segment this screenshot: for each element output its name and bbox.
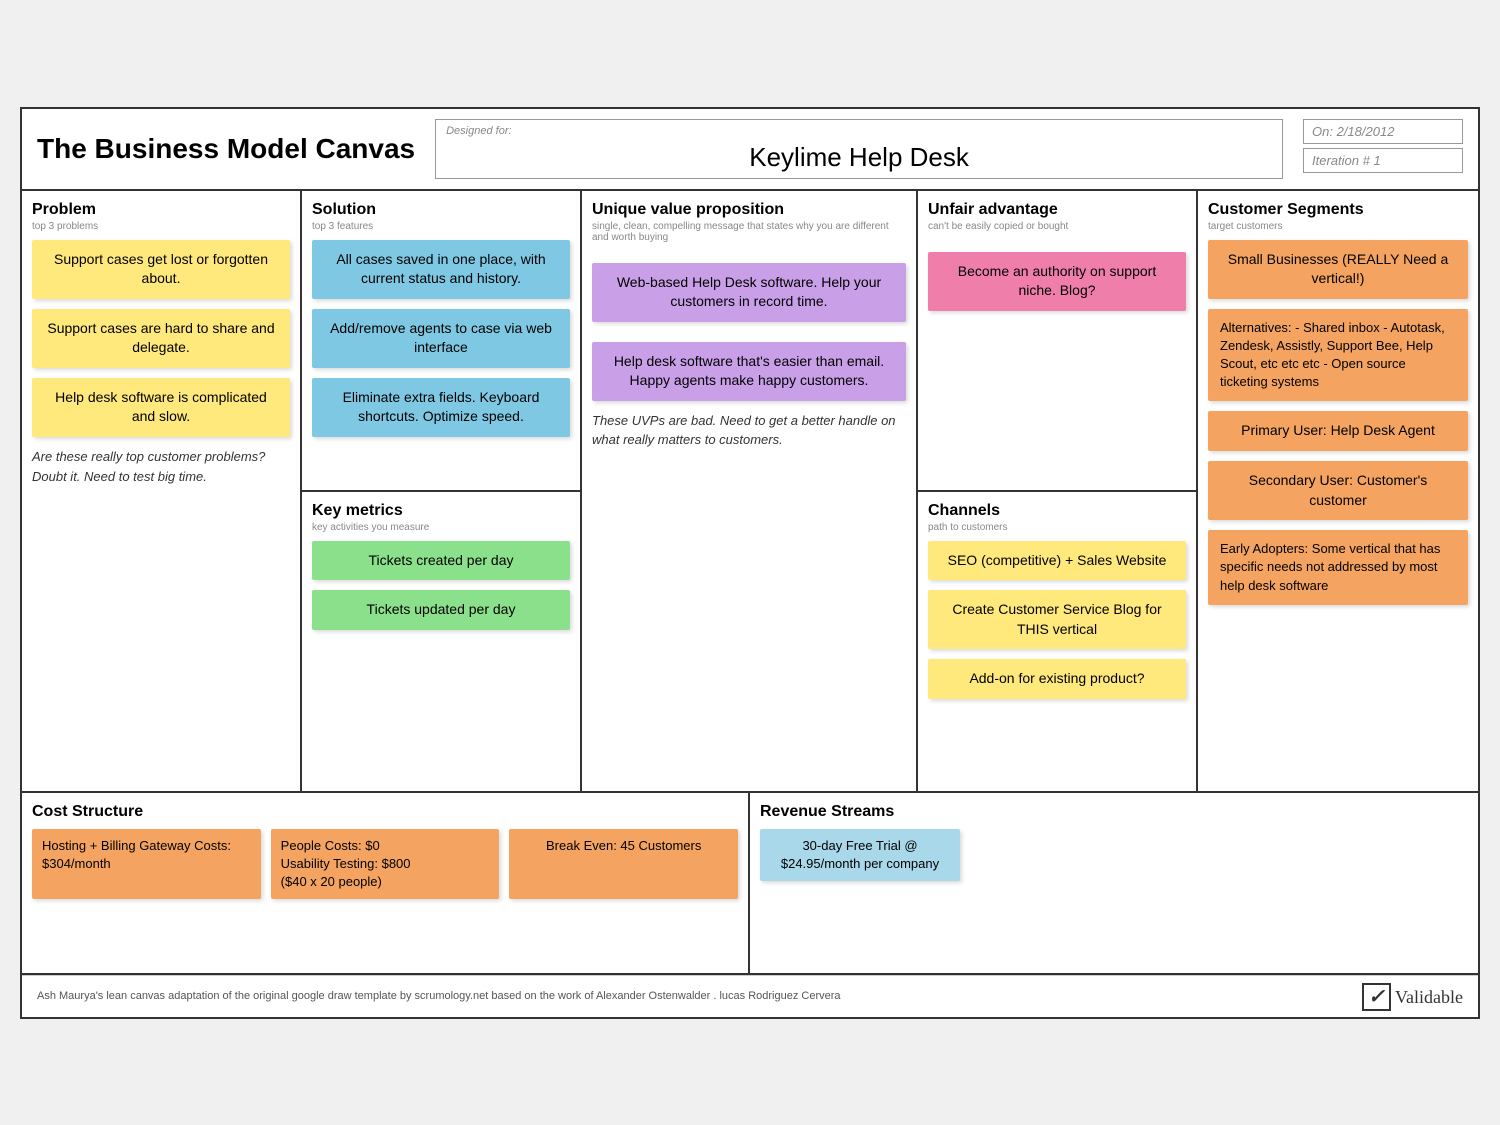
channels-section: Channels path to customers SEO (competit… (918, 492, 1196, 791)
unfair-top: Unfair advantage can't be easily copied … (918, 191, 1196, 492)
revenue-sticky-1: 30-day Free Trial @ $24.95/month per com… (760, 829, 960, 881)
problem-note: Are these really top customer problems? … (32, 447, 290, 486)
solution-top: Solution top 3 features All cases saved … (302, 191, 580, 492)
on-date-row: On: 2/18/2012 (1303, 119, 1463, 144)
segment-sticky-4: Secondary User: Customer's customer (1208, 461, 1468, 520)
revenue-stickies: 30-day Free Trial @ $24.95/month per com… (760, 829, 1468, 881)
footer-text: Ash Maurya's lean canvas adaptation of t… (37, 990, 841, 1002)
cost-sticky-2: People Costs: $0 Usability Testing: $800… (271, 829, 500, 900)
channels-title: Channels (928, 502, 1186, 520)
solution-sticky-3: Eliminate extra fields. Keyboard shortcu… (312, 378, 570, 437)
uvp-note: These UVPs are bad. Need to get a better… (592, 411, 906, 450)
revenue-title: Revenue Streams (760, 803, 1468, 821)
problem-subtitle: top 3 problems (32, 221, 290, 232)
key-metrics-section: Key metrics key activities you measure T… (302, 492, 580, 791)
cost-structure-section: Cost Structure Hosting + Billing Gateway… (22, 793, 750, 973)
iteration-label: Iteration # (1312, 153, 1370, 168)
segments-title: Customer Segments (1208, 201, 1468, 219)
company-section: Designed for: Keylime Help Desk (435, 119, 1283, 179)
footer: Ash Maurya's lean canvas adaptation of t… (22, 975, 1478, 1017)
bottom-grid: Cost Structure Hosting + Billing Gateway… (22, 793, 1478, 975)
logo-icon: ✓ (1362, 983, 1391, 1011)
cost-stickies: Hosting + Billing Gateway Costs: $304/mo… (32, 829, 738, 900)
segments-column: Customer Segments target customers Small… (1198, 191, 1478, 791)
problem-column: Problem top 3 problems Support cases get… (22, 191, 302, 791)
canvas-wrapper: The Business Model Canvas Designed for: … (20, 107, 1480, 1019)
logo-text: Validable (1395, 987, 1463, 1007)
uvp-title: Unique value proposition (592, 201, 906, 219)
iteration-row: Iteration # 1 (1303, 148, 1463, 173)
uvp-sticky-1: Web-based Help Desk software. Help your … (592, 263, 906, 322)
solution-column: Solution top 3 features All cases saved … (302, 191, 582, 791)
problem-sticky-2: Support cases are hard to share and dele… (32, 309, 290, 368)
channel-sticky-2: Create Customer Service Blog for THIS ve… (928, 590, 1186, 649)
logo: ✓ Validable (1362, 984, 1463, 1009)
channel-sticky-1: SEO (competitive) + Sales Website (928, 541, 1186, 581)
unfair-sticky-1: Become an authority on support niche. Bl… (928, 252, 1186, 311)
segment-sticky-1: Small Businesses (REALLY Need a vertical… (1208, 240, 1468, 299)
header-right: On: 2/18/2012 Iteration # 1 (1303, 119, 1463, 179)
problem-sticky-1: Support cases get lost or forgotten abou… (32, 240, 290, 299)
solution-sticky-2: Add/remove agents to case via web interf… (312, 309, 570, 368)
unfair-column: Unfair advantage can't be easily copied … (918, 191, 1198, 791)
segments-subtitle: target customers (1208, 221, 1468, 232)
iteration-number: 1 (1373, 153, 1380, 168)
key-metrics-subtitle: key activities you measure (312, 522, 570, 533)
designed-for-label: Designed for: (446, 125, 1272, 137)
solution-title: Solution (312, 201, 570, 219)
unfair-subtitle: can't be easily copied or bought (928, 221, 1186, 232)
company-name: Keylime Help Desk (446, 142, 1272, 173)
problem-title: Problem (32, 201, 290, 219)
channel-sticky-3: Add-on for existing product? (928, 659, 1186, 699)
cost-sticky-3: Break Even: 45 Customers (509, 829, 738, 900)
segment-sticky-5: Early Adopters: Some vertical that has s… (1208, 530, 1468, 605)
main-title: The Business Model Canvas (37, 119, 415, 179)
solution-subtitle: top 3 features (312, 221, 570, 232)
uvp-sticky-2: Help desk software that's easier than em… (592, 342, 906, 401)
solution-sticky-1: All cases saved in one place, with curre… (312, 240, 570, 299)
segment-sticky-2: Alternatives: - Shared inbox - Autotask,… (1208, 309, 1468, 402)
on-date: 2/18/2012 (1337, 124, 1395, 139)
cost-sticky-1: Hosting + Billing Gateway Costs: $304/mo… (32, 829, 261, 900)
unfair-title: Unfair advantage (928, 201, 1186, 219)
channels-subtitle: path to customers (928, 522, 1186, 533)
metric-sticky-2: Tickets updated per day (312, 590, 570, 630)
header: The Business Model Canvas Designed for: … (22, 109, 1478, 191)
cost-title: Cost Structure (32, 803, 738, 821)
revenue-streams-section: Revenue Streams 30-day Free Trial @ $24.… (750, 793, 1478, 973)
problem-sticky-3: Help desk software is complicated and sl… (32, 378, 290, 437)
on-label: On: (1312, 124, 1333, 139)
uvp-subtitle: single, clean, compelling message that s… (592, 221, 906, 243)
key-metrics-title: Key metrics (312, 502, 570, 520)
segment-sticky-3: Primary User: Help Desk Agent (1208, 411, 1468, 451)
uvp-column: Unique value proposition single, clean, … (582, 191, 918, 791)
main-grid: Problem top 3 problems Support cases get… (22, 191, 1478, 793)
metric-sticky-1: Tickets created per day (312, 541, 570, 581)
